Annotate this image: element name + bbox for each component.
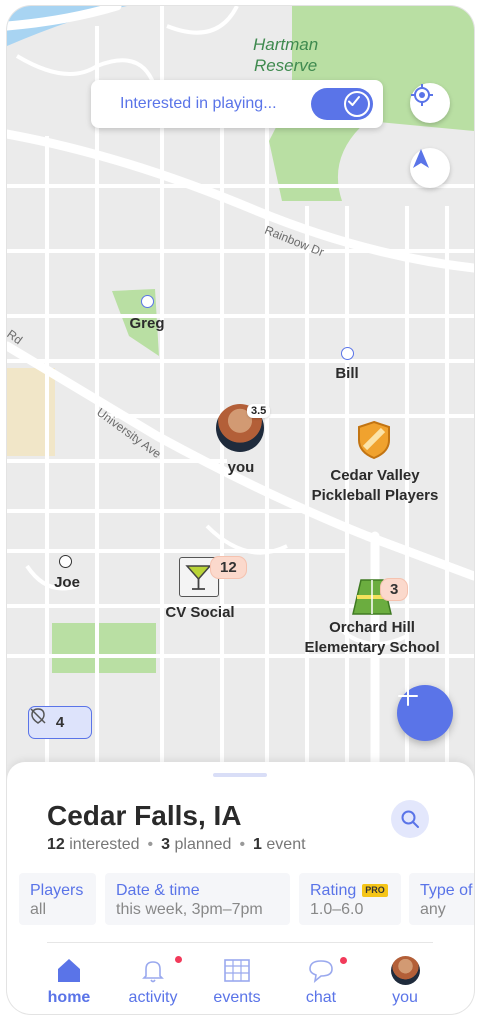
filter-value: this week, 3pm–7pm [116, 901, 263, 918]
nav-activity[interactable]: activity [111, 951, 195, 1011]
home-icon [58, 959, 80, 982]
plus-icon [398, 686, 418, 706]
stat-label: interested [69, 836, 140, 853]
bottom-sheet: Cedar Falls, IA 12 interested • 3 planned •… [7, 762, 474, 1014]
nav-home[interactable]: home [27, 951, 111, 1011]
filter-value: 1.0–6.0 [310, 901, 364, 918]
filter-title: Type of [420, 882, 473, 899]
stat-label: planned [174, 836, 232, 853]
stat-value: 12 [47, 836, 65, 853]
nav-events[interactable]: events [195, 951, 279, 1011]
locate-button[interactable] [410, 83, 450, 123]
notification-dot [340, 957, 347, 964]
stat-value: 1 [253, 836, 262, 853]
school-count-badge: 3 [380, 578, 409, 601]
player-label-greg: Greg [129, 315, 165, 332]
filter-title: Players [30, 882, 84, 899]
nav-label: home [47, 989, 91, 1006]
filter-date-time[interactable]: Date & time this week, 3pm–7pm [105, 873, 290, 925]
nav-label: chat [305, 989, 337, 1006]
club-label: Cedar Valley Pickleball Players [311, 467, 439, 504]
chat-icon [309, 960, 333, 983]
nav-label: you [392, 989, 418, 1006]
filter-bar: Players all Date & time this week, 3pm–7… [19, 873, 474, 925]
bell-icon [142, 961, 164, 983]
sheet-drag-handle[interactable] [213, 773, 267, 777]
player-label-joe: Joe [54, 574, 80, 591]
hidden-players-chip[interactable]: 4 [28, 706, 92, 739]
social-count-badge: 12 [210, 556, 247, 579]
stat-value: 3 [161, 836, 171, 853]
pro-badge: PRO [362, 884, 388, 897]
park-label: Hartman Reserve [253, 35, 319, 75]
stats-line: 12 interested • 3 planned • 1 event [47, 836, 306, 853]
nav-label: activity [128, 989, 178, 1006]
player-label-bill: Bill [335, 365, 359, 382]
place-title: Cedar Falls, IA [47, 800, 242, 831]
crosshair-icon [411, 84, 433, 106]
map-view[interactable]: Hartman Reserve Rainbow Dr University Av… [7, 6, 474, 766]
interested-toggle-card[interactable]: Interested in playing... [91, 80, 383, 128]
nav-you[interactable]: you [363, 951, 447, 1011]
bottom-nav: home activity events chat you [27, 951, 454, 1011]
interested-toggle-switch[interactable] [311, 88, 373, 120]
add-button[interactable] [397, 685, 453, 741]
nav-label: events [213, 989, 261, 1006]
filter-type[interactable]: Type of any [409, 873, 474, 925]
calendar-icon [224, 959, 250, 982]
check-icon [344, 91, 370, 117]
player-pin-greg[interactable] [141, 295, 154, 308]
filter-players[interactable]: Players all [19, 873, 96, 925]
hidden-location-icon [30, 708, 46, 724]
social-label: CV Social [165, 604, 235, 621]
nav-chat[interactable]: chat [279, 951, 363, 1011]
you-label: you [227, 459, 255, 476]
avatar [391, 956, 420, 985]
nav-divider [47, 942, 433, 943]
phone-frame: Hartman Reserve Rainbow Dr University Av… [7, 6, 474, 1014]
search-button[interactable] [391, 800, 429, 838]
filter-value: any [420, 901, 446, 918]
player-pin-joe[interactable] [59, 555, 72, 568]
school-label: Orchard Hill Elementary School [304, 619, 440, 656]
hidden-count: 4 [55, 714, 65, 731]
player-pin-bill[interactable] [341, 347, 354, 360]
notification-dot [175, 956, 182, 963]
filter-title: Rating [310, 882, 357, 899]
filter-rating[interactable]: Rating PRO 1.0–6.0 [299, 873, 401, 925]
filter-title: Date & time [116, 882, 200, 899]
toggle-label: Interested in playing... [120, 95, 277, 112]
filter-value: all [30, 901, 47, 918]
shield-icon [358, 420, 390, 460]
navigation-arrow-icon [413, 149, 429, 168]
stat-label: event [266, 836, 306, 853]
rating-badge: 3.5 [247, 404, 271, 418]
navigate-button[interactable] [410, 148, 450, 188]
search-icon [401, 810, 419, 828]
